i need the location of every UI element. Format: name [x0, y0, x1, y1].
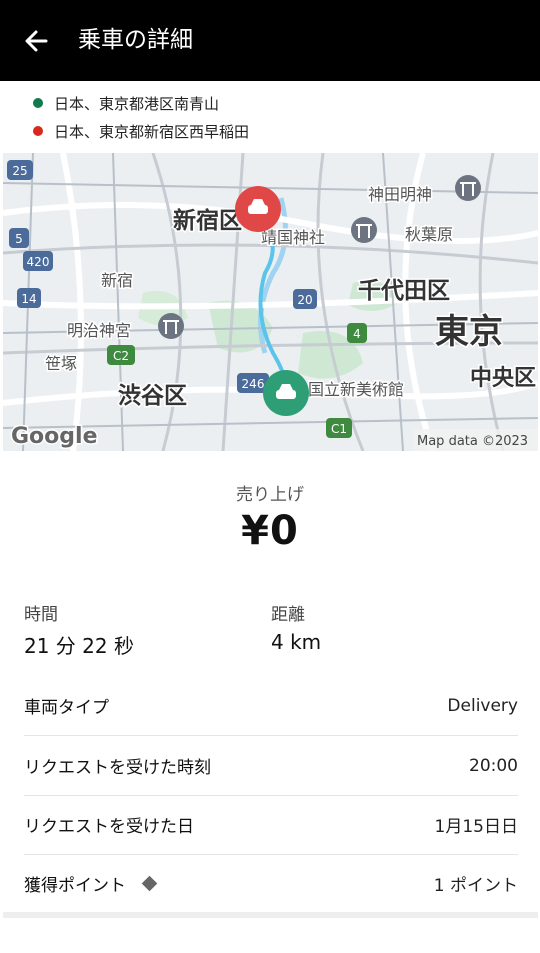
earnings-label: 売り上げ	[236, 485, 304, 505]
pickup-address: 日本、東京都港区南青山	[33, 92, 219, 114]
map-label-meiji-jingu: 明治神宮	[67, 321, 131, 340]
map-label-shinjuku-station: 新宿	[101, 271, 133, 290]
svg-text:25: 25	[12, 164, 27, 178]
google-logo: Google	[11, 424, 98, 449]
diamond-icon	[141, 875, 158, 892]
torii-icon	[455, 175, 481, 201]
map-label-tokyo: 東京	[435, 312, 503, 352]
distance-label: 距離	[271, 605, 305, 625]
road-shield: 5	[9, 228, 29, 248]
earnings-value: ¥0	[241, 508, 299, 554]
back-button[interactable]	[20, 24, 54, 58]
torii-icon	[351, 217, 377, 243]
detail-key: リクエストを受けた時刻	[24, 758, 211, 778]
map-attribution: Map data ©2023	[417, 434, 528, 449]
map-label-kanda-myojin: 神田明神	[368, 185, 432, 204]
torii-icon	[158, 313, 184, 339]
svg-text:C1: C1	[331, 422, 347, 436]
detail-key-points: 獲得ポイント	[24, 871, 158, 896]
svg-text:5: 5	[15, 232, 23, 246]
road-shield: 20	[293, 289, 317, 309]
dropoff-marker[interactable]	[235, 186, 281, 232]
time-label: 時間	[24, 605, 58, 625]
map-label-sasazuka: 笹塚	[45, 354, 77, 373]
detail-row-points[interactable]: 獲得ポイント 1 ポイント	[24, 854, 518, 913]
svg-text:C2: C2	[113, 349, 129, 363]
road-shield: 14	[17, 288, 41, 308]
svg-text:14: 14	[21, 292, 36, 306]
road-shield: 25	[7, 160, 33, 180]
road-shield: C1	[326, 418, 352, 438]
page-title: 乗車の詳細	[78, 27, 193, 53]
detail-row-vehicle-type: 車両タイプ Delivery	[24, 676, 518, 735]
app-bar: 乗車の詳細	[0, 0, 540, 81]
detail-key: 車両タイプ	[24, 698, 109, 718]
pickup-address-text: 日本、東京都港区南青山	[54, 94, 220, 113]
map-label-yasukuni: 靖国神社	[261, 228, 325, 247]
dropoff-dot-icon	[33, 126, 43, 136]
road-shield: 4	[347, 323, 367, 343]
svg-text:4: 4	[353, 327, 361, 341]
bottom-divider	[3, 912, 538, 918]
dropoff-address-text: 日本、東京都新宿区西早稲田	[54, 122, 250, 141]
map-label-shinjuku-ku: 新宿区	[173, 207, 242, 234]
road-shield: 420	[23, 251, 53, 271]
route-map[interactable]: 25 5 420 14 20 4 C2 246 C1 新宿区 渋谷区 千代田区 …	[3, 153, 538, 451]
map-label-nact: 国立新美術館	[308, 380, 404, 399]
dropoff-address: 日本、東京都新宿区西早稲田	[33, 120, 249, 142]
svg-text:420: 420	[27, 255, 50, 269]
detail-row-request-date: リクエストを受けた日 1月15日日	[24, 795, 518, 854]
detail-row-request-time: リクエストを受けた時刻 20:00	[24, 736, 518, 795]
back-arrow-icon	[25, 30, 48, 52]
svg-text:246: 246	[242, 377, 265, 391]
detail-value: 1 ポイント	[433, 876, 518, 896]
pickup-marker[interactable]	[263, 370, 309, 416]
pickup-dot-icon	[33, 98, 43, 108]
detail-value: 20:00	[469, 755, 518, 776]
map-label-chuo-ku: 中央区	[470, 365, 536, 391]
road-shield: C2	[107, 345, 135, 365]
detail-value: 1月15日日	[434, 817, 518, 837]
map-label-akihabara: 秋葉原	[405, 225, 453, 244]
detail-key: 獲得ポイント	[24, 876, 126, 896]
map-label-chiyoda-ku: 千代田区	[358, 278, 450, 304]
detail-value: Delivery	[447, 695, 518, 716]
time-value: 21 分 22 秒	[24, 634, 134, 658]
distance-value: 4 km	[271, 630, 322, 654]
svg-text:20: 20	[297, 293, 312, 307]
detail-key: リクエストを受けた日	[24, 817, 194, 837]
map-label-shibuya-ku: 渋谷区	[118, 383, 187, 409]
